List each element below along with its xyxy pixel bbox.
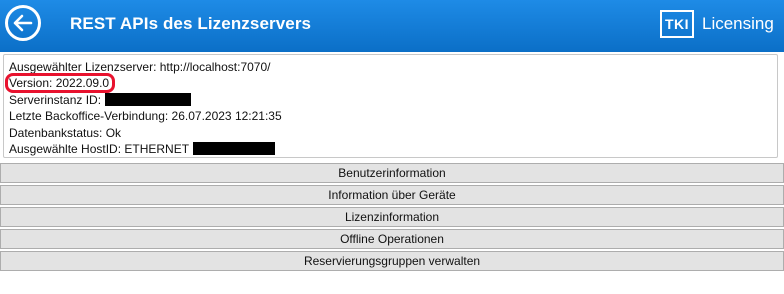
version-row: Version: 2022.09.0 — [5, 73, 777, 94]
instance-id-label: Serverinstanz ID: — [9, 92, 102, 107]
reservation-groups-button[interactable]: Reservierungsgruppen verwalten — [0, 251, 784, 271]
license-info-button[interactable]: Lizenzinformation — [0, 207, 784, 227]
database-status: Datenbankstatus: Ok — [9, 125, 122, 140]
selected-server: Ausgewählter Lizenzserver: http://localh… — [9, 60, 271, 74]
tki-licensing-logo: TKI Licensing — [660, 10, 774, 38]
device-info-button[interactable]: Information über Geräte — [0, 185, 784, 205]
back-arrow-icon — [13, 14, 33, 32]
user-info-button[interactable]: Benutzerinformation — [0, 163, 784, 183]
instance-id-row: Serverinstanz ID: — [9, 92, 777, 108]
logo-mark: TKI — [660, 10, 694, 38]
backoffice-connection: Letzte Backoffice-Verbindung: 26.07.2023… — [9, 109, 282, 124]
redacted-instance-id — [105, 92, 192, 106]
redacted-host-id — [193, 141, 276, 155]
host-id-row: Ausgewählte HostID: ETHERNET — [9, 141, 777, 157]
back-button[interactable] — [5, 5, 41, 41]
server-info-panel: Ausgewählter Lizenzserver: http://localh… — [3, 54, 778, 158]
offline-operations-button[interactable]: Offline Operationen — [0, 229, 784, 249]
page-title: REST APIs des Lizenzservers — [70, 14, 312, 33]
host-id-label: Ausgewählte HostID: ETHERNET — [9, 141, 190, 156]
app-header: REST APIs des Lizenzservers TKI Licensin… — [0, 0, 784, 52]
version-highlight — [5, 73, 115, 94]
action-buttons: Benutzerinformation Information über Ger… — [0, 163, 784, 273]
logo-text: Licensing — [702, 14, 774, 33]
